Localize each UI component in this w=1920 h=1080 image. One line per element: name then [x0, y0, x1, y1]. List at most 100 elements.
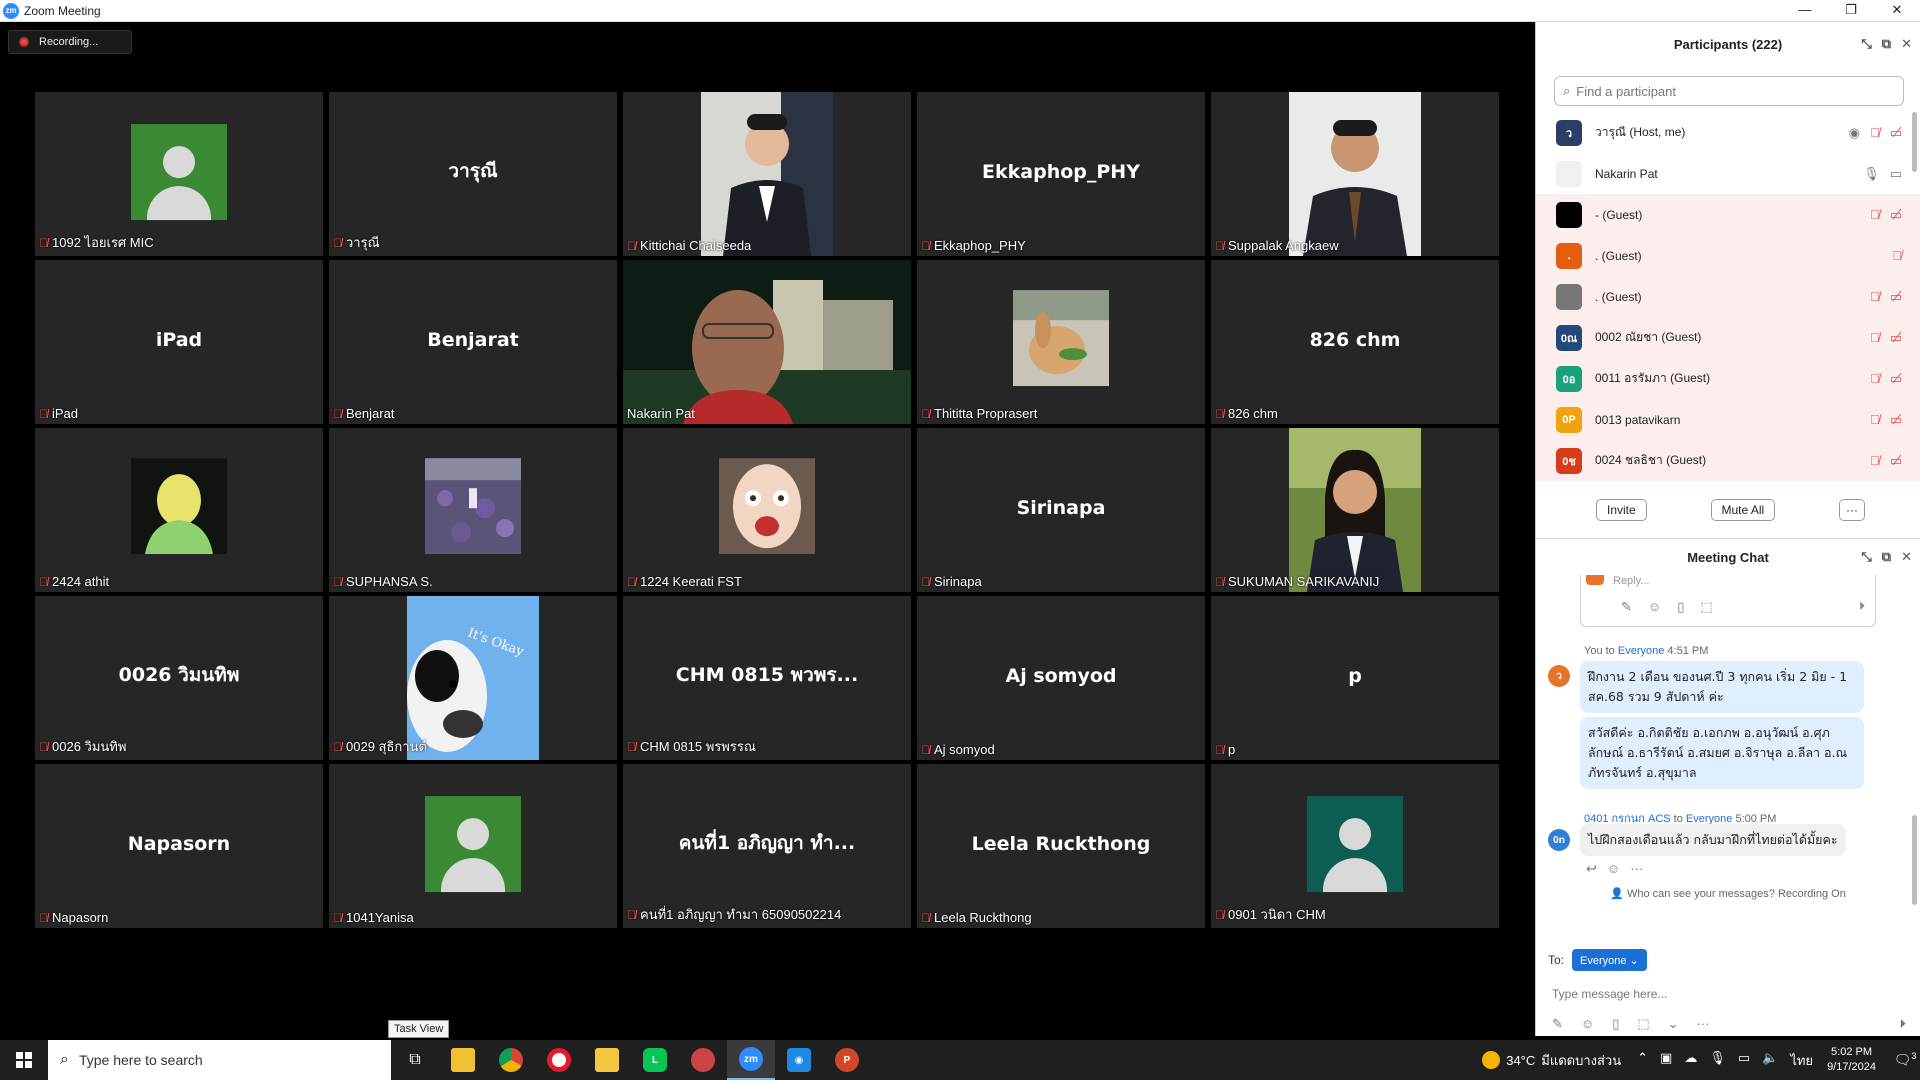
video-tile[interactable]: 🎙̸ 1224 Keerati FST [623, 428, 911, 592]
video-tile[interactable]: It's Okay 🎙̸ 0029 สุธิกานต์ [329, 596, 617, 760]
video-tile[interactable]: 826 chm 🎙̸ 826 chm [1211, 260, 1499, 424]
taskbar-opera-app[interactable] [535, 1040, 583, 1080]
taskbar-chrome-app[interactable] [487, 1040, 535, 1080]
video-off-icon[interactable]: ▭̸ [1890, 412, 1902, 428]
more-icon[interactable]: ··· [1697, 1016, 1710, 1032]
meet-now-icon[interactable]: ▣ [1660, 1050, 1672, 1071]
file-icon[interactable]: ▯ [1677, 599, 1684, 615]
chat-message[interactable]: ไปฝึกสองเดือนแล้ว กลับมาฝึกที่ไทยต่อได้ม… [1580, 824, 1846, 856]
video-tile[interactable]: 🎙̸ SUKUMAN SARIKAVANIJ [1211, 428, 1499, 592]
video-tile[interactable]: วารุณี 🎙̸ วารุณี [329, 92, 617, 256]
reply-icon[interactable]: ↩ [1586, 861, 1597, 877]
participant-row[interactable]: - (Guest) 🎙̸ ▭̸ [1536, 194, 1920, 235]
video-tile[interactable]: 🎙̸ Thititta Proprasert [917, 260, 1205, 424]
participant-row[interactable]: ว วารุณี (Host, me) ◉ 🎙̸ ▭̸ [1536, 112, 1920, 153]
dropdown-icon[interactable]: ⌄ [1668, 1016, 1679, 1032]
participant-row[interactable]: Nakarin Pat 🎙 ▭ [1536, 153, 1920, 194]
network-icon[interactable]: ▭ [1738, 1050, 1750, 1071]
video-tile[interactable]: คนที่1 อภิญญา ทำ... 🎙̸ คนที่1 อภิญญา ทำมา … [623, 764, 911, 928]
taskbar-files-app[interactable] [583, 1040, 631, 1080]
video-off-icon[interactable]: ▭̸ [1890, 371, 1902, 387]
add-reaction-icon[interactable]: ☺ [1607, 861, 1620, 877]
invite-button[interactable]: Invite [1596, 499, 1647, 521]
recipient-dropdown[interactable]: Everyone ⌄ [1572, 949, 1647, 971]
file-icon[interactable]: ▯ [1612, 1016, 1619, 1032]
restore-button[interactable]: ❐ [1828, 0, 1874, 22]
recording-badge[interactable]: Recording... [8, 30, 132, 54]
clock[interactable]: 5:02 PM 9/17/2024 [1827, 1045, 1876, 1075]
chat-message[interactable]: ฝึกงาน 2 เดือน ของนศ.ปี 3 ทุกคน เริ่ม 2 … [1580, 661, 1864, 713]
video-tile[interactable]: CHM 0815 พวพร... 🎙̸ CHM 0815 พรพรรณ [623, 596, 911, 760]
format-icon[interactable]: ✎ [1621, 599, 1632, 615]
video-tile[interactable]: p 🎙̸ p [1211, 596, 1499, 760]
participant-search-input[interactable]: ⌕ Find a participant [1554, 76, 1904, 106]
video-tile[interactable]: Nakarin Pat [623, 260, 911, 424]
reply-send-icon[interactable]: ⏵ [1859, 599, 1865, 614]
screenshot-icon[interactable]: ⬚ [1700, 599, 1712, 615]
video-tile[interactable]: 0026 วิมนทิพ 🎙̸ 0026 วิมนทิพ [35, 596, 323, 760]
notification-center-button[interactable]: 🗨3 [1890, 1051, 1920, 1069]
close-icon[interactable]: ✕ [1901, 36, 1912, 52]
taskbar-camera-app[interactable]: ◉ [775, 1040, 823, 1080]
video-tile[interactable]: Leela Ruckthong 🎙̸ Leela Ruckthong [917, 764, 1205, 928]
video-tile[interactable]: 🎙̸ 1092 ไอยเรศ MIC [35, 92, 323, 256]
mic-muted-icon[interactable]: 🎙̸ [1870, 371, 1880, 387]
video-off-icon[interactable]: ▭̸ [1890, 453, 1902, 469]
mic-muted-icon[interactable]: 🎙̸ [1870, 412, 1880, 428]
more-icon[interactable]: ··· [1630, 861, 1643, 877]
participant-row[interactable]: . . (Guest) 🎙̸ [1536, 235, 1920, 276]
video-tile[interactable]: 🎙̸ SUPHANSA S. [329, 428, 617, 592]
mic-muted-icon[interactable]: 🎙̸ [1870, 453, 1880, 469]
microphone-icon[interactable]: 🎙 [1709, 1050, 1726, 1071]
emoji-icon[interactable]: ☺ [1581, 1016, 1594, 1032]
chat-message[interactable]: สวัสดีค่ะ อ.กิตติชัย อ.เอกภพ อ.อนุวัฒน์ … [1580, 717, 1864, 789]
chat-collapse-icon[interactable]: ⤡ [1861, 549, 1871, 565]
video-off-icon[interactable]: ▭̸ [1890, 289, 1902, 305]
participant-row[interactable]: 0P 0013 patavikarn 🎙̸ ▭̸ [1536, 399, 1920, 440]
participant-row[interactable]: 0ช 0024 ชลธิชา (Guest) 🎙̸ ▭̸ [1536, 440, 1920, 481]
video-tile[interactable]: Benjarat 🎙̸ Benjarat [329, 260, 617, 424]
emoji-icon[interactable]: ☺ [1648, 599, 1661, 615]
screenshot-icon[interactable]: ⬚ [1637, 1016, 1649, 1032]
volume-icon[interactable]: 🔈 [1762, 1050, 1778, 1071]
taskbar-powerpoint-app[interactable]: P [823, 1040, 871, 1080]
minimize-button[interactable]: — [1782, 0, 1828, 22]
video-on-icon[interactable]: ▭ [1890, 166, 1902, 182]
video-tile[interactable]: iPad 🎙̸ iPad [35, 260, 323, 424]
language-indicator[interactable]: ไทย [1790, 1050, 1813, 1071]
video-tile[interactable]: Sirinapa 🎙̸ Sirinapa [917, 428, 1205, 592]
format-icon[interactable]: ✎ [1552, 1016, 1563, 1032]
video-tile[interactable]: 🎙̸ 2424 athit [35, 428, 323, 592]
chat-messages[interactable]: Reply... ✎ ☺ ▯ ⬚ ⏵ You to Everyone 4:51 … [1536, 575, 1920, 945]
participant-row[interactable]: 0อ 0011 อรรัมภา (Guest) 🎙̸ ▭̸ [1536, 358, 1920, 399]
chat-close-icon[interactable]: ✕ [1901, 549, 1912, 565]
video-tile[interactable]: Napasorn 🎙̸ Napasorn [35, 764, 323, 928]
taskbar-app-game[interactable] [679, 1040, 727, 1080]
collapse-icon[interactable]: ⤡ [1861, 36, 1871, 52]
cloud-icon[interactable]: ☁ [1684, 1050, 1697, 1071]
chat-popout-icon[interactable]: ⧉ [1882, 549, 1891, 565]
mute-all-button[interactable]: Mute All [1710, 499, 1776, 521]
mic-muted-icon[interactable]: 🎙̸ [1870, 125, 1880, 141]
popout-icon[interactable]: ⧉ [1882, 36, 1891, 52]
reply-box[interactable]: Reply... ✎ ☺ ▯ ⬚ ⏵ [1580, 575, 1876, 627]
start-button[interactable] [0, 1040, 48, 1080]
video-off-icon[interactable]: ▭̸ [1890, 207, 1902, 223]
video-off-icon[interactable]: ▭̸ [1890, 330, 1902, 346]
more-options-button[interactable]: ··· [1839, 499, 1865, 521]
send-icon[interactable]: ⏵ [1900, 1016, 1907, 1032]
video-off-icon[interactable]: ▭̸ [1890, 125, 1902, 141]
who-can-see-link[interactable]: 👤 Who can see your messages? Recording O… [1536, 887, 1920, 900]
taskbar-explorer-app[interactable] [439, 1040, 487, 1080]
task-view-button[interactable]: ⧉ [391, 1040, 439, 1080]
chevron-up-icon[interactable]: ⌃ [1637, 1050, 1648, 1071]
mic-muted-icon[interactable]: 🎙̸ [1870, 207, 1880, 223]
weather-widget[interactable]: 34°C มีแดดบางส่วน [1482, 1050, 1621, 1071]
mic-muted-icon[interactable]: 🎙̸ [1870, 330, 1880, 346]
participant-list[interactable]: ว วารุณี (Host, me) ◉ 🎙̸ ▭̸ Nakarin Pat 🎙 ▭… [1536, 112, 1920, 482]
video-tile[interactable]: Ekkaphop_PHY 🎙̸ Ekkaphop_PHY [917, 92, 1205, 256]
video-tile[interactable]: 🎙̸ Kittichai Chaiseeda [623, 92, 911, 256]
video-tile[interactable]: 🎙̸ Suppalak Angkaew [1211, 92, 1499, 256]
close-window-button[interactable]: ✕ [1874, 0, 1920, 22]
participant-row[interactable]: . (Guest) 🎙̸ ▭̸ [1536, 276, 1920, 317]
